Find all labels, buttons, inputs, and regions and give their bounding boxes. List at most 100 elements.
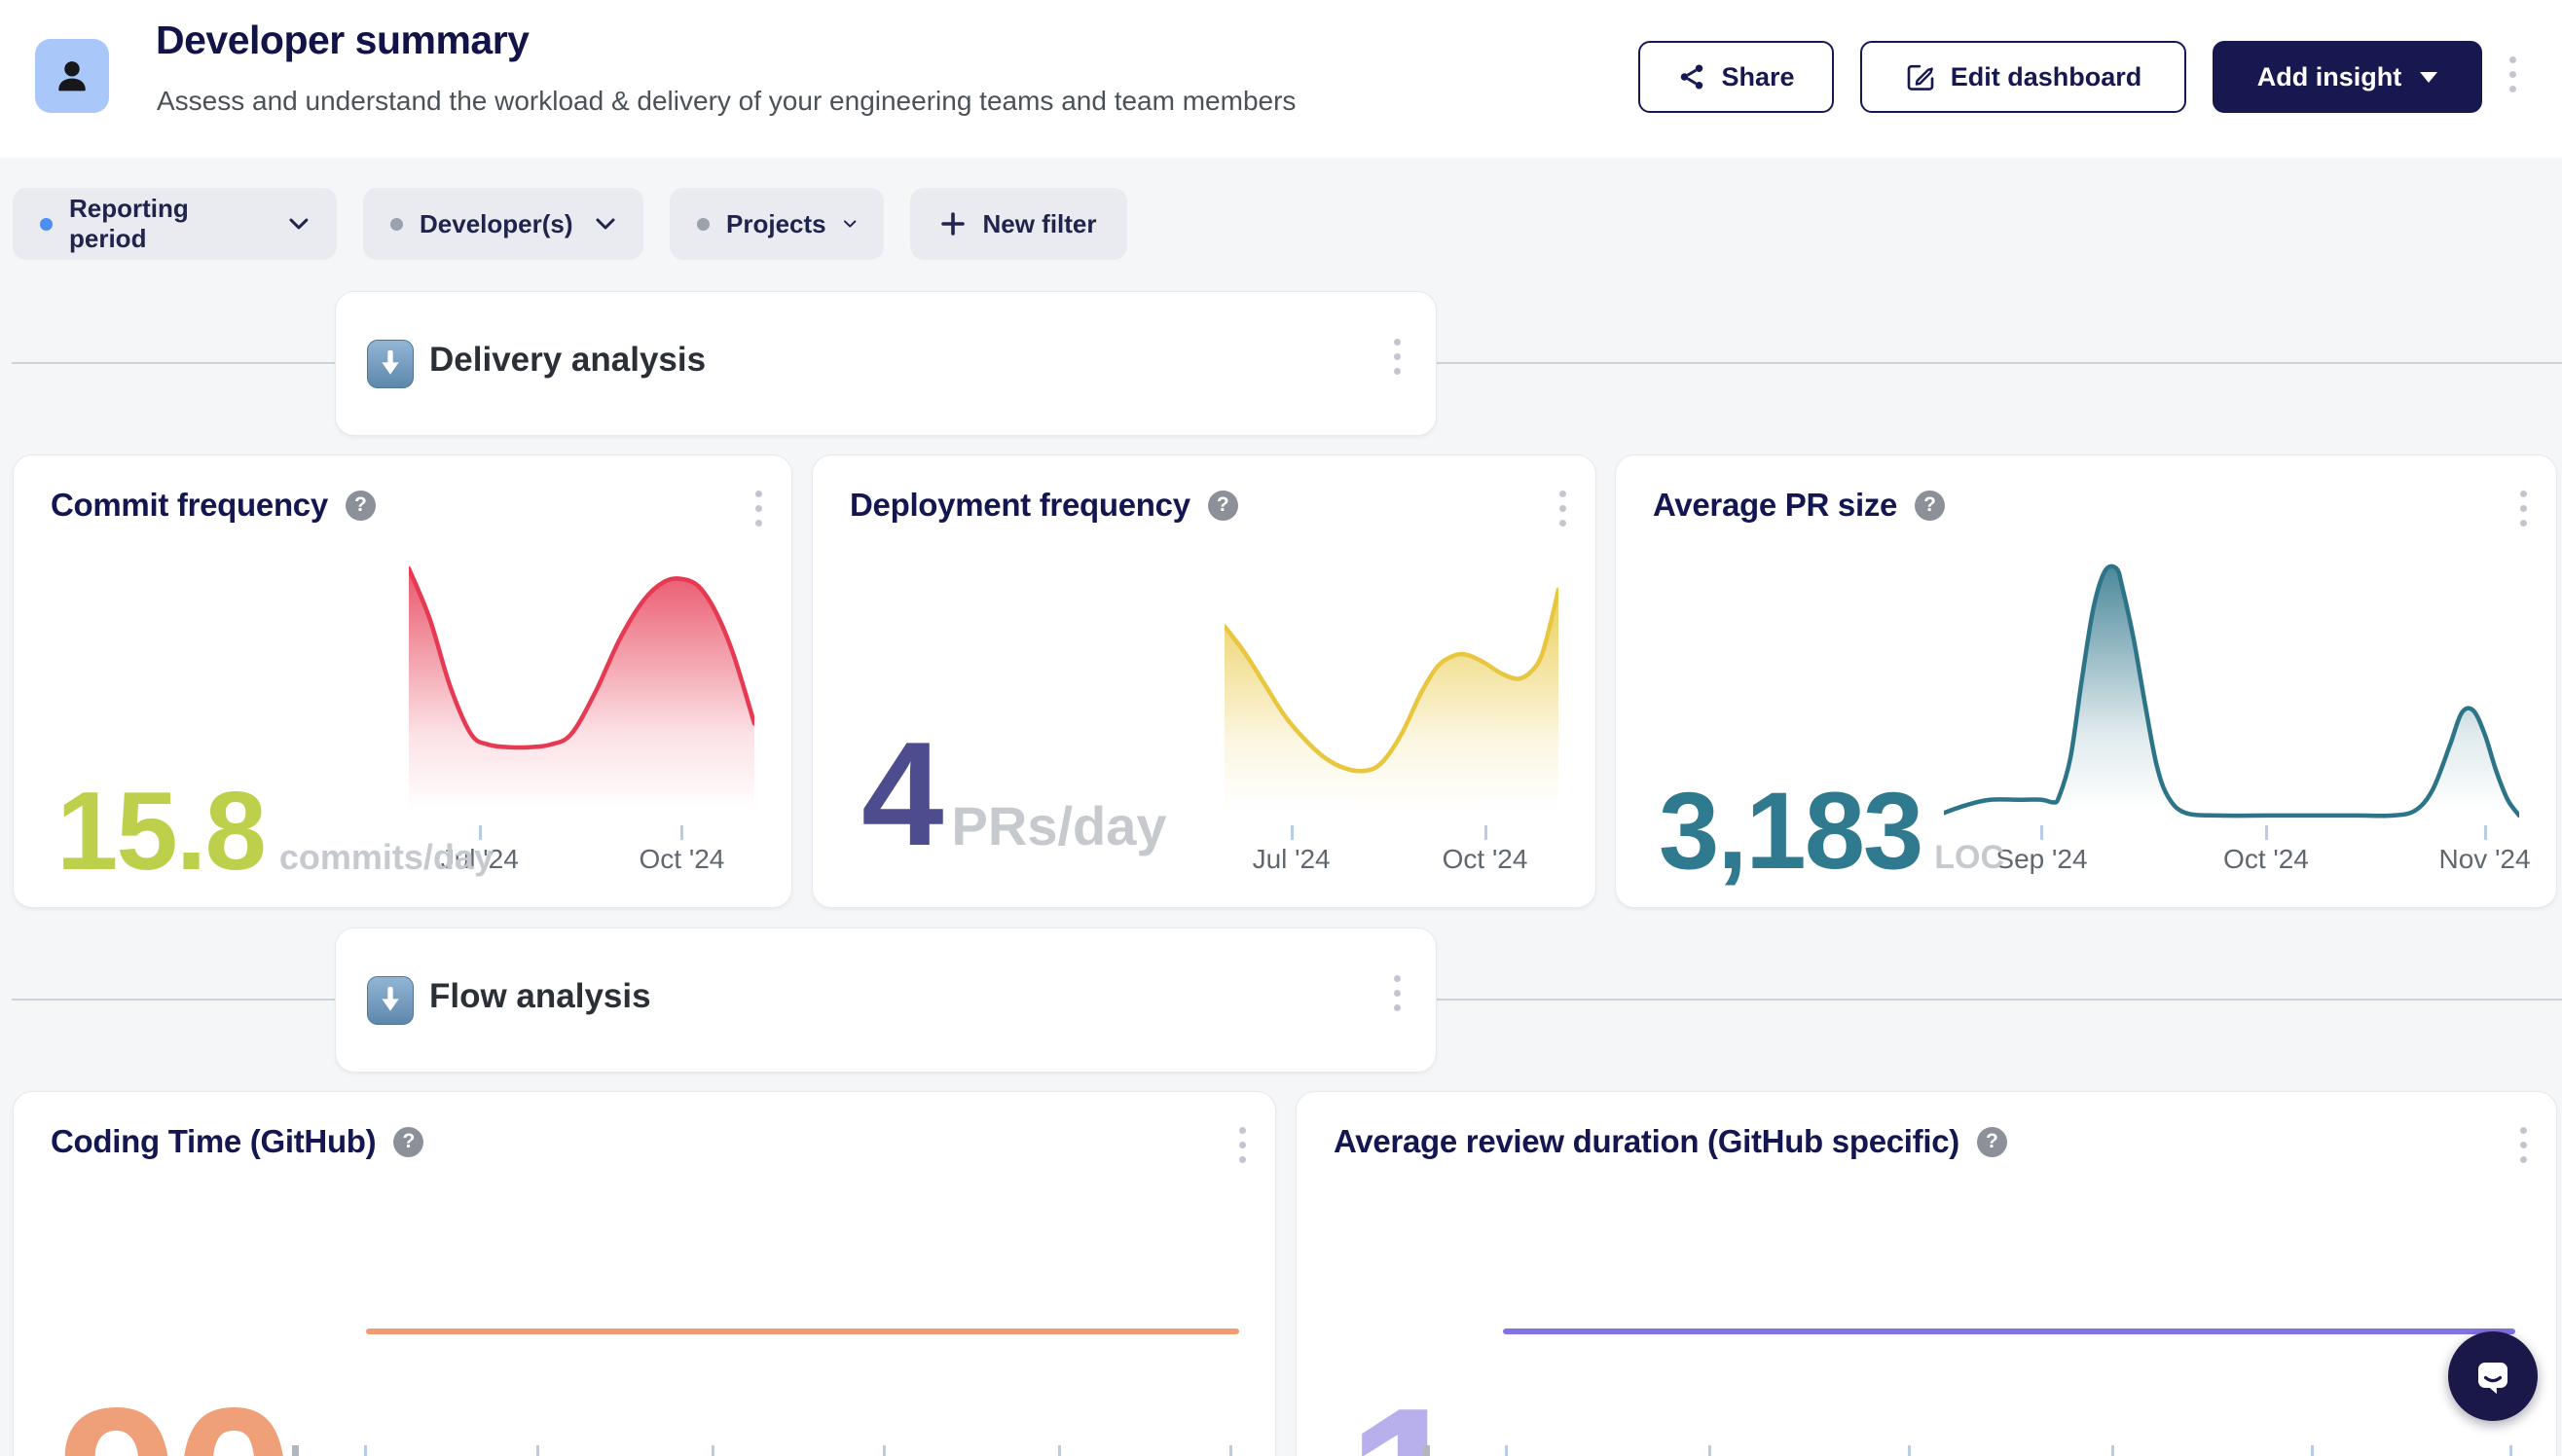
kpi-deployment-frequency: 4 PRs/day xyxy=(861,720,1167,868)
filter-inactive-dot xyxy=(697,218,710,231)
edit-dashboard-button-label: Edit dashboard xyxy=(1951,62,2142,92)
new-filter-button[interactable]: New filter xyxy=(910,188,1127,260)
kpi-value: 3,183 xyxy=(1659,777,1922,886)
kebab-menu-icon xyxy=(1239,1127,1246,1134)
tick-mark xyxy=(2484,825,2487,840)
kpi-commit-frequency: 15.8 commits/day xyxy=(56,777,494,888)
tick-label: Oct '24 xyxy=(2223,844,2309,875)
header-menu-button[interactable] xyxy=(2504,51,2522,98)
card-title: Deployment frequency xyxy=(850,487,1190,524)
section-menu-button[interactable] xyxy=(1388,333,1407,381)
section-title: Delivery analysis xyxy=(429,341,706,380)
kebab-menu-icon xyxy=(1394,339,1401,346)
card-title: Average PR size xyxy=(1653,487,1897,524)
kebab-menu-icon xyxy=(755,491,762,497)
chat-widget-button[interactable] xyxy=(2448,1331,2538,1421)
help-question-icon[interactable] xyxy=(1915,491,1945,521)
section-menu-button[interactable] xyxy=(1388,969,1407,1017)
card-average-review-duration: Average review duration (GitHub specific… xyxy=(1296,1091,2557,1456)
average-pr-size-sparkline xyxy=(1944,561,2519,823)
tick-mark xyxy=(2111,1445,2114,1456)
share-icon xyxy=(1677,62,1706,91)
section-title: Flow analysis xyxy=(429,977,651,1016)
page-subtitle: Assess and understand the workload & del… xyxy=(157,86,1296,117)
filter-chip-reporting-period[interactable]: Reporting period xyxy=(13,188,337,260)
card-coding-time: Coding Time (GitHub) 90 xyxy=(13,1091,1276,1456)
kpi-unit: PRs/day xyxy=(952,794,1167,857)
tick-mark xyxy=(1484,825,1487,840)
down-arrow-emoji-icon xyxy=(367,340,414,388)
filter-chip-projects[interactable]: Projects xyxy=(670,188,884,260)
deployment-frequency-sparkline xyxy=(1225,561,1558,823)
page-title: Developer summary xyxy=(156,18,529,63)
filter-chip-label: Projects xyxy=(726,209,826,239)
help-question-icon[interactable] xyxy=(1208,491,1238,521)
card-menu-button[interactable] xyxy=(750,485,768,532)
tick-label: Oct '24 xyxy=(640,844,725,875)
kpi-value: 4 xyxy=(861,720,942,868)
section-divider xyxy=(1437,362,2562,364)
chevron-down-icon xyxy=(288,217,310,231)
chat-bubble-icon xyxy=(2470,1353,2516,1400)
plus-icon xyxy=(940,211,966,237)
share-button-label: Share xyxy=(1721,62,1794,92)
down-arrow-emoji-icon xyxy=(367,976,414,1025)
tick-mark xyxy=(1708,1445,1711,1456)
tick-mark xyxy=(680,825,683,840)
tick-mark xyxy=(2311,1445,2314,1456)
help-question-icon[interactable] xyxy=(346,491,376,521)
tick-label: Nov '24 xyxy=(2439,844,2531,875)
review-duration-flat-sparkline xyxy=(1503,1329,2515,1334)
card-deployment-frequency: Deployment frequency Jul '24 Oct '24 4 PR… xyxy=(812,455,1596,908)
tick-mark xyxy=(536,1445,539,1456)
tick-mark xyxy=(712,1445,714,1456)
tick-mark xyxy=(2040,825,2043,840)
section-header-delivery-analysis: Delivery analysis xyxy=(335,291,1437,436)
add-insight-button-label: Add insight xyxy=(2257,62,2401,92)
tick-label: Sep '24 xyxy=(1995,844,2087,875)
x-axis-ticks-clipped xyxy=(14,1445,1275,1456)
share-button[interactable]: Share xyxy=(1638,41,1834,113)
tick-mark xyxy=(2509,1445,2512,1456)
coding-time-flat-sparkline xyxy=(366,1329,1239,1334)
kebab-menu-icon xyxy=(2520,1127,2527,1134)
new-filter-label: New filter xyxy=(982,209,1096,239)
tick-label: Oct '24 xyxy=(1443,844,1528,875)
filter-chip-label: Developer(s) xyxy=(420,209,573,239)
kpi-value-clipped: 1 xyxy=(1347,1376,1463,1456)
kebab-menu-icon xyxy=(2520,491,2527,497)
tick-label: Jul '24 xyxy=(1253,844,1331,875)
card-title: Average review duration (GitHub specific… xyxy=(1334,1123,1959,1160)
tick-mark xyxy=(364,1445,367,1456)
section-divider xyxy=(12,999,335,1001)
kebab-menu-icon xyxy=(1559,491,1566,497)
card-title: Coding Time (GitHub) xyxy=(51,1123,376,1160)
x-axis-ticks: Jul '24 Oct '24 xyxy=(1225,825,1558,886)
card-menu-button[interactable] xyxy=(1554,485,1572,532)
add-insight-button[interactable]: Add insight xyxy=(2213,41,2482,113)
tick-mark xyxy=(1058,1445,1061,1456)
help-question-icon[interactable] xyxy=(393,1127,423,1157)
edit-dashboard-button[interactable]: Edit dashboard xyxy=(1860,41,2186,113)
card-commit-frequency: Commit frequency Jul '24Oct '24 15.8 com… xyxy=(13,455,792,908)
x-axis-ticks-clipped xyxy=(1297,1445,2556,1456)
filter-active-dot xyxy=(40,218,53,231)
kebab-menu-icon xyxy=(2509,56,2516,63)
tick-mark xyxy=(2265,825,2268,840)
card-menu-button[interactable] xyxy=(1233,1121,1252,1169)
kpi-unit: LOC xyxy=(1934,839,2004,877)
card-title: Commit frequency xyxy=(51,487,328,524)
help-question-icon[interactable] xyxy=(1977,1127,2007,1157)
person-icon xyxy=(51,55,93,97)
kpi-value-clipped: 90 xyxy=(57,1376,290,1456)
section-divider xyxy=(1437,999,2562,1001)
edit-pencil-icon xyxy=(1905,61,1936,92)
filter-chip-developers[interactable]: Developer(s) xyxy=(363,188,643,260)
x-axis-ticks: Sep '24Oct '24Nov '24 xyxy=(1944,825,2519,886)
tick-mark xyxy=(1229,1445,1232,1456)
card-average-pr-size: Average PR size Sep '24 Oct '24 Nov '24 3,… xyxy=(1615,455,2557,908)
card-menu-button[interactable] xyxy=(2514,485,2533,532)
card-menu-button[interactable] xyxy=(2514,1121,2533,1169)
chevron-down-icon xyxy=(843,217,857,231)
developer-summary-dashboard: Developer summary Assess and understand … xyxy=(0,0,2562,1456)
